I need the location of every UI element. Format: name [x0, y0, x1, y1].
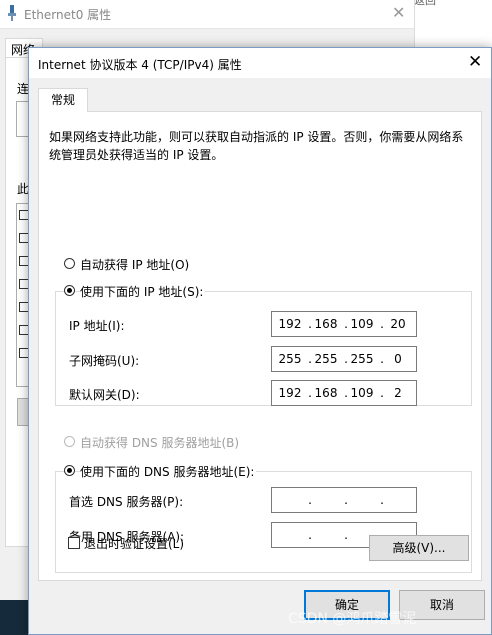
preferred-dns-field[interactable]: . . .	[271, 487, 417, 513]
ip-auto-label[interactable]: 自动获得 IP 地址(O)	[80, 256, 189, 273]
gateway-octet: 2	[394, 386, 402, 400]
gateway-field[interactable]: 192 . 168 . 109 . 2	[271, 380, 417, 406]
ipv4-properties-dialog: Internet 协议版本 4 (TCP/IPv4) 属性 ✕ 常规 如果网络支…	[28, 47, 492, 635]
gateway-octet: 109	[350, 386, 374, 400]
background-window-right-text: 返回	[414, 0, 436, 7]
dialog-close-button[interactable]: ✕	[468, 52, 482, 72]
advanced-button[interactable]: 高级(V)...	[369, 535, 469, 561]
dialog-title: Internet 协议版本 4 (TCP/IPv4) 属性	[38, 58, 242, 72]
ip-address-label: IP 地址(I):	[69, 319, 125, 333]
dns-auto-radio	[64, 436, 75, 447]
ethernet-window-title: Ethernet0 属性	[24, 8, 112, 22]
subnet-mask-label: 子网掩码(U):	[69, 354, 140, 368]
tab-general[interactable]: 常规	[38, 88, 88, 112]
ethernet-window-titlebar: Ethernet0 属性 ✕	[0, 0, 414, 29]
description-text: 如果网络支持此功能，则可以获取自动指派的 IP 设置。否则，你需要从网络系统管理…	[49, 130, 464, 162]
ip-manual-radio[interactable]	[64, 285, 75, 296]
gateway-octet: 192	[278, 386, 302, 400]
dns-manual-label[interactable]: 使用下面的 DNS 服务器地址(E):	[80, 463, 257, 480]
ip-address-field[interactable]: 192 . 168 . 109 . 20	[271, 311, 417, 337]
mask-octet: 255	[350, 352, 374, 366]
ip-octet: 168	[314, 317, 338, 331]
ethernet-window-close-button[interactable]: ✕	[392, 3, 405, 22]
preferred-dns-label: 首选 DNS 服务器(P):	[69, 495, 184, 509]
ip-octet: 192	[278, 317, 302, 331]
general-tab-panel: 如果网络支持此功能，则可以获取自动指派的 IP 设置。否则，你需要从网络系统管理…	[38, 111, 482, 581]
mask-octet: 255	[278, 352, 302, 366]
dns-manual-radio[interactable]	[64, 465, 75, 476]
watermark-text: CSDN @鸿爪踏雪泥	[288, 611, 417, 627]
ip-manual-label[interactable]: 使用下面的 IP 地址(S):	[80, 283, 206, 300]
dialog-titlebar: Internet 协议版本 4 (TCP/IPv4) 属性 ✕	[29, 48, 491, 78]
subnet-mask-field[interactable]: 255 . 255 . 255 . 0	[271, 346, 417, 372]
mask-octet: 255	[314, 352, 338, 366]
network-adapter-icon	[8, 5, 16, 21]
gateway-label: 默认网关(D):	[69, 388, 140, 402]
validate-on-exit-label[interactable]: 退出时验证设置(L)	[84, 535, 184, 552]
ip-auto-radio[interactable]	[64, 258, 75, 269]
validate-on-exit-checkbox[interactable]	[68, 537, 80, 549]
dns-auto-label: 自动获得 DNS 服务器地址(B)	[80, 436, 240, 450]
ip-octet: 20	[390, 317, 406, 331]
mask-octet: 0	[394, 352, 402, 366]
gateway-octet: 168	[314, 386, 338, 400]
ip-octet: 109	[350, 317, 374, 331]
